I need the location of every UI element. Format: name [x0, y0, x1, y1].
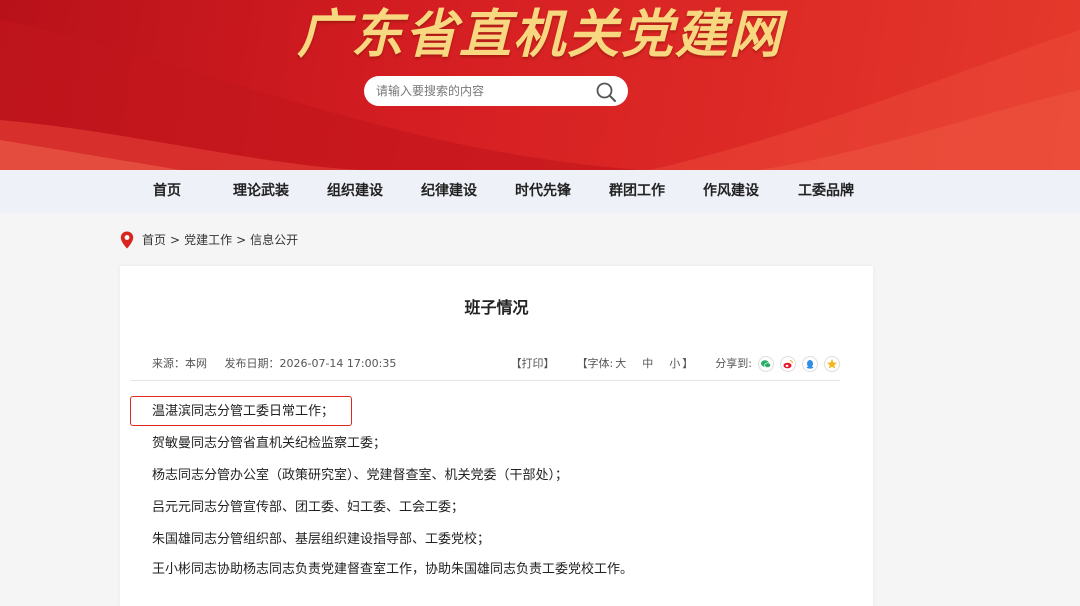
site-title: 广东省直机关党建网 — [296, 4, 783, 65]
nav-item-pioneers[interactable]: 时代先锋 — [510, 170, 576, 213]
font-small-button[interactable]: 小 — [669, 354, 680, 374]
article-paragraph: 朱国雄同志分管组织部、基层组织建设指导部、工委党校； — [152, 532, 491, 547]
article-meta: 来源：本网 发布日期：2026-07-14 17:00:35 【打印】 【字体:… — [152, 354, 840, 374]
search-box — [364, 76, 628, 106]
breadcrumb-party-work[interactable]: 党建工作 — [184, 230, 232, 250]
share-label: 分享到: — [715, 357, 752, 370]
font-size-close: 】 — [682, 357, 694, 370]
font-size-label: 【字体: — [576, 357, 614, 370]
article-paragraph: 贺敏曼同志分管省直机关纪检监察工委； — [152, 436, 387, 451]
main-nav: 首页 理论武装 组织建设 纪律建设 时代先锋 群团工作 作风建设 工委品牌 — [0, 170, 1080, 213]
nav-item-home[interactable]: 首页 — [140, 170, 194, 213]
nav-item-brand[interactable]: 工委品牌 — [793, 170, 859, 213]
meta-divider — [130, 380, 840, 381]
font-large-button[interactable]: 大 — [615, 354, 626, 374]
article-paragraph: 王小彬同志协助杨志同志负责党建督查室工作，协助朱国雄同志负责工委党校工作。 — [152, 562, 634, 577]
qq-share-icon[interactable] — [802, 356, 818, 372]
breadcrumb-separator: > — [236, 233, 247, 247]
nav-item-theory[interactable]: 理论武装 — [228, 170, 294, 213]
nav-item-style[interactable]: 作风建设 — [698, 170, 764, 213]
search-icon[interactable] — [594, 80, 618, 104]
location-pin-icon — [120, 231, 134, 249]
article-paragraph: 温湛滨同志分管工委日常工作； — [152, 404, 335, 419]
breadcrumb: 首页 > 党建工作 > 信息公开 — [120, 230, 298, 250]
article-panel: 班子情况 来源：本网 发布日期：2026-07-14 17:00:35 【打印】… — [120, 266, 873, 606]
breadcrumb-home[interactable]: 首页 — [142, 230, 166, 250]
article-title: 班子情况 — [464, 298, 529, 317]
nav-item-discipline[interactable]: 纪律建设 — [416, 170, 482, 213]
wechat-share-icon[interactable] — [758, 356, 774, 372]
nav-item-organization[interactable]: 组织建设 — [322, 170, 388, 213]
article-paragraph: 吕元元同志分管宣传部、团工委、妇工委、工会工委； — [152, 500, 465, 515]
search-input[interactable] — [376, 76, 586, 106]
breadcrumb-separator: > — [170, 233, 181, 247]
font-medium-button[interactable]: 中 — [642, 354, 653, 374]
article-source: 来源：本网 — [152, 357, 207, 370]
nav-item-mass-org[interactable]: 群团工作 — [604, 170, 670, 213]
weibo-share-icon[interactable] — [780, 356, 796, 372]
article-paragraph: 杨志同志分管办公室（政策研究室）、党建督查室、机关党委（干部处）； — [152, 468, 569, 483]
article-date: 发布日期：2026-07-14 17:00:35 — [224, 357, 397, 370]
breadcrumb-info-disclosure[interactable]: 信息公开 — [250, 230, 298, 250]
print-button[interactable]: 【打印】 — [511, 354, 555, 374]
header-banner: 广东省直机关党建网 — [0, 0, 1080, 170]
qzone-share-icon[interactable] — [824, 356, 840, 372]
